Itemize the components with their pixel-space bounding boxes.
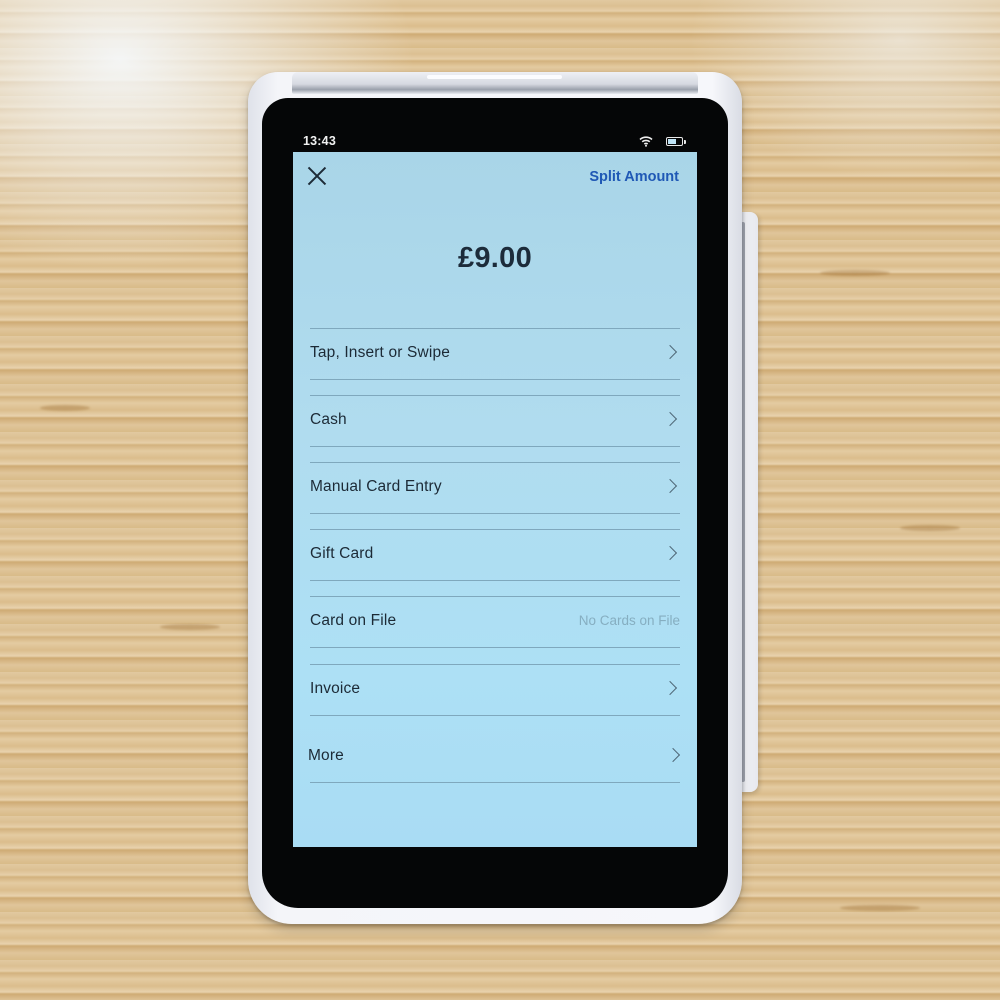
indicator-light <box>427 75 562 79</box>
payment-option-label: Gift Card <box>310 545 374 562</box>
payment-option-label: Invoice <box>310 680 361 697</box>
card-on-file-status: No Cards on File <box>578 613 680 628</box>
payment-option-cash[interactable]: Cash <box>310 395 680 447</box>
payment-option-gift-card[interactable]: Gift Card <box>310 529 680 581</box>
chevron-right-icon <box>662 680 678 696</box>
payment-option-card-on-file[interactable]: Card on File No Cards on File <box>310 596 680 648</box>
chevron-right-icon <box>662 344 678 360</box>
payment-option-invoice[interactable]: Invoice <box>310 664 680 716</box>
payment-option-label: Tap, Insert or Swipe <box>310 344 450 361</box>
payment-option-label: Cash <box>310 411 347 428</box>
wood-knot <box>40 405 90 411</box>
payment-option-tap-insert-swipe[interactable]: Tap, Insert or Swipe <box>310 328 680 380</box>
status-bar: 13:43 <box>295 134 690 152</box>
payment-method-list: Tap, Insert or Swipe Cash Manual Card En… <box>308 328 681 798</box>
wood-knot <box>160 624 220 630</box>
payment-option-label: Manual Card Entry <box>310 478 442 495</box>
close-icon[interactable] <box>306 165 328 187</box>
wood-knot <box>840 905 920 911</box>
chevron-right-icon <box>662 478 678 494</box>
battery-icon <box>666 137 686 146</box>
payment-option-label: Card on File <box>310 612 397 629</box>
payment-option-manual-card-entry[interactable]: Manual Card Entry <box>310 462 680 514</box>
total-amount: £9.00 <box>457 242 533 274</box>
payment-option-more[interactable]: More <box>308 732 681 783</box>
chevron-right-icon <box>665 747 681 763</box>
split-amount-button[interactable]: Split Amount <box>589 169 679 185</box>
wifi-icon <box>639 136 653 147</box>
chevron-right-icon <box>662 545 678 561</box>
chevron-right-icon <box>662 411 678 427</box>
payment-option-label: More <box>308 747 344 764</box>
checkout-screen: Split Amount £9.00 Tap, Insert or Swipe … <box>293 152 697 847</box>
status-time: 13:43 <box>303 134 336 148</box>
wood-knot <box>820 270 890 276</box>
device-top-edge <box>292 72 698 94</box>
wood-knot <box>900 525 960 531</box>
